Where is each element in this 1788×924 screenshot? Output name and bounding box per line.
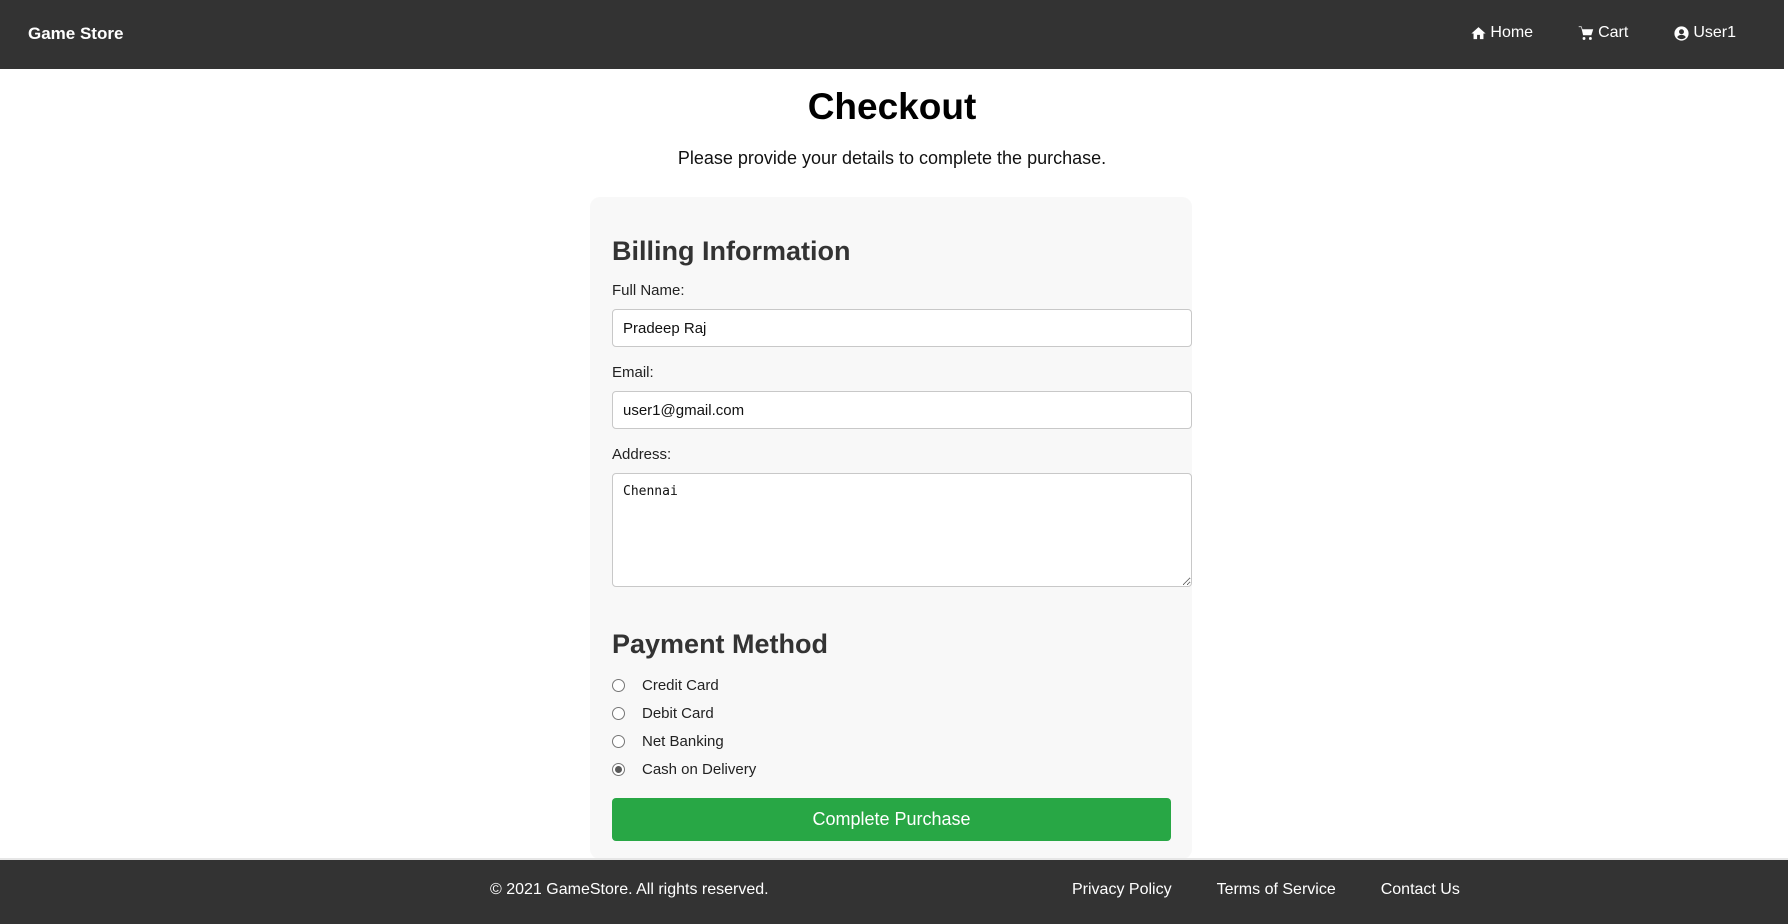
nav-home-label: Home [1490, 24, 1534, 41]
cart-icon [1578, 25, 1594, 40]
page-title: Checkout [807, 86, 977, 127]
full-name-label: Full Name: [612, 282, 685, 299]
copyright-text: © 2021 GameStore. All rights reserved. [490, 881, 769, 898]
terms-of-service-link[interactable]: Terms of Service [1217, 881, 1336, 899]
nav-user-link[interactable]: User1 [1673, 24, 1736, 42]
nav-cart-link[interactable]: Cart [1578, 24, 1628, 42]
top-navbar: Game Store Home Cart User1 [0, 0, 1784, 69]
debit-card-label: Debit Card [642, 705, 714, 722]
page-subtitle: Please provide your details to complete … [677, 148, 1107, 168]
complete-purchase-button[interactable]: Complete Purchase [612, 798, 1171, 841]
net-banking-radio[interactable] [612, 735, 625, 748]
footer-links: Privacy Policy Terms of Service Contact … [1072, 881, 1505, 899]
payment-option-net-banking[interactable]: Net Banking [612, 733, 724, 750]
address-label: Address: [612, 446, 672, 463]
payment-option-debit-card[interactable]: Debit Card [612, 705, 714, 722]
billing-section-title: Billing Information [612, 236, 851, 266]
nav-home-link[interactable]: Home [1470, 24, 1533, 42]
home-icon [1471, 26, 1486, 39]
user-circle-icon [1674, 25, 1689, 41]
cash-on-delivery-radio[interactable] [612, 763, 625, 776]
page-footer: © 2021 GameStore. All rights reserved. P… [0, 858, 1788, 924]
brand-logo[interactable]: Game Store [28, 24, 123, 44]
payment-option-credit-card[interactable]: Credit Card [612, 677, 719, 694]
full-name-input[interactable] [612, 309, 1192, 347]
contact-us-link[interactable]: Contact Us [1381, 881, 1460, 899]
checkout-form: Billing Information Full Name: Email: Ad… [590, 197, 1192, 859]
email-input[interactable] [612, 391, 1192, 429]
credit-card-radio[interactable] [612, 679, 625, 692]
nav-user-label: User1 [1693, 24, 1736, 41]
debit-card-radio[interactable] [612, 707, 625, 720]
payment-section-title: Payment Method [612, 629, 829, 659]
cash-on-delivery-label: Cash on Delivery [642, 761, 757, 778]
payment-option-cash-on-delivery[interactable]: Cash on Delivery [612, 761, 756, 778]
nav-links: Home Cart User1 [1425, 24, 1736, 42]
nav-cart-label: Cart [1598, 24, 1629, 41]
credit-card-label: Credit Card [642, 677, 719, 694]
privacy-policy-link[interactable]: Privacy Policy [1072, 881, 1172, 899]
email-label: Email: [612, 364, 654, 381]
net-banking-label: Net Banking [642, 733, 724, 750]
address-textarea[interactable]: Chennai [612, 473, 1192, 587]
